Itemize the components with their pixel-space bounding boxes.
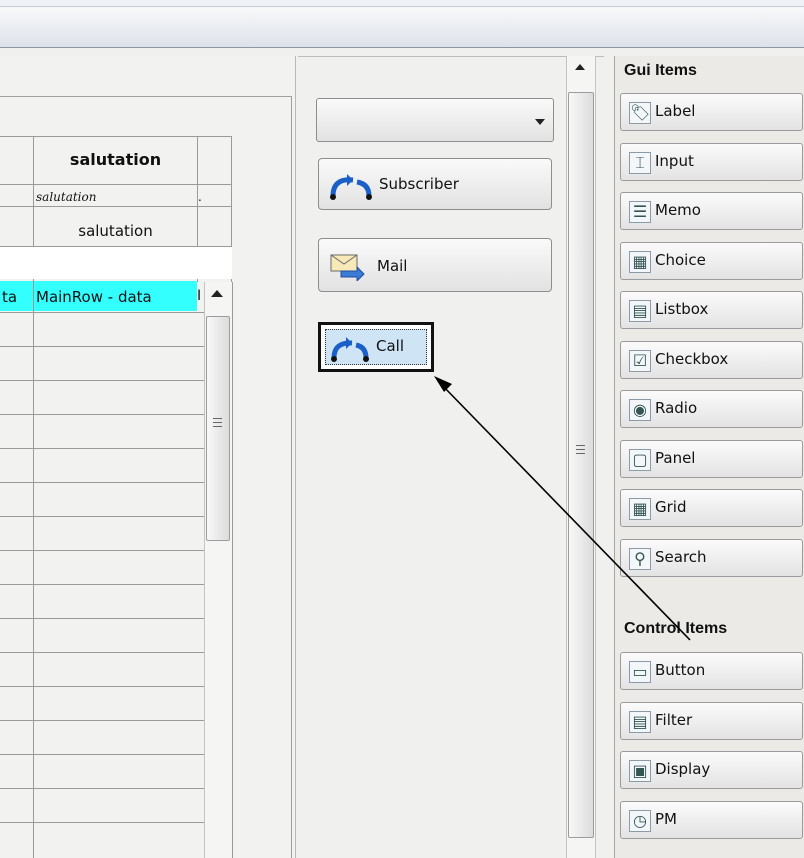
phone-callback-icon [328, 334, 372, 362]
grid-right-border [232, 282, 233, 858]
main-row-left-cell[interactable]: ta [0, 281, 33, 311]
gui-item-label: Search [655, 547, 707, 566]
gui-item-label: Listbox [655, 300, 709, 318]
gui-item-label: Panel [655, 448, 696, 467]
gui-item-label: Checkbox [655, 349, 729, 368]
table-row[interactable] [0, 449, 204, 482]
gui-item-choice[interactable]: ▦ Choice [620, 241, 803, 280]
grid-white-row [0, 247, 232, 279]
form-scroll-grip-icon [576, 445, 585, 454]
call-button-selected[interactable]: Call [318, 322, 434, 372]
grid-row-line [0, 822, 204, 823]
gui-item-label[interactable]: 🏷 Label [620, 93, 803, 131]
mail-icon [327, 251, 365, 283]
table-row[interactable] [0, 687, 204, 720]
panel-icon: ▢ [629, 448, 651, 471]
gui-items-header: Gui Items [624, 62, 697, 79]
phone-callback-icon [327, 170, 375, 200]
table-row[interactable] [0, 619, 204, 652]
table-row[interactable] [0, 313, 204, 346]
control-item-label: Button [655, 661, 706, 679]
table-row[interactable] [0, 585, 204, 618]
table-row[interactable] [0, 721, 204, 754]
header-row-line [0, 184, 232, 185]
control-item-display[interactable]: ▣ Display [620, 751, 803, 789]
gui-item-search[interactable]: ⚲ Search [620, 538, 803, 577]
table-row[interactable] [0, 789, 204, 822]
main-row-left-text: ta [2, 288, 18, 306]
table-row[interactable] [0, 415, 204, 448]
subscriber-button[interactable]: Subscriber [318, 158, 552, 210]
control-item-pm[interactable]: ◷ PM [620, 800, 803, 839]
grid-scroll-grip-icon [213, 418, 222, 427]
control-item-label: Display [655, 760, 711, 778]
memo-icon: ☰ [629, 201, 651, 223]
control-item-label: Filter [655, 710, 693, 729]
gui-item-label: Choice [655, 250, 706, 269]
table-row[interactable] [0, 347, 204, 380]
table-row[interactable] [0, 653, 204, 686]
gui-item-label: Label [655, 102, 696, 120]
display-icon: ▣ [629, 760, 651, 782]
main-row-overflow: I [197, 288, 202, 304]
subscriber-button-label: Subscriber [379, 175, 459, 193]
column-header-salutation[interactable]: salutation [34, 150, 197, 169]
radio-icon: ◉ [629, 399, 651, 421]
gui-item-grid[interactable]: ▦ Grid [620, 489, 803, 527]
grid-scroll-thumb[interactable] [206, 316, 230, 541]
gui-item-label: Radio [655, 399, 698, 417]
listbox-icon: ▤ [629, 300, 651, 322]
label-icon: 🏷 [629, 102, 651, 124]
gui-item-label: Grid [655, 498, 687, 516]
gui-item-listbox[interactable]: ▤ Listbox [620, 291, 803, 329]
checkbox-icon: ☑ [629, 349, 651, 372]
call-button[interactable]: Call [325, 329, 427, 365]
pm-icon: ◷ [629, 809, 651, 832]
call-button-label: Call [376, 337, 405, 355]
form-scroll-thumb[interactable] [568, 92, 594, 838]
field-label: salutation [78, 222, 153, 240]
field-row-line [0, 206, 232, 207]
control-items-header: Control Items [624, 620, 728, 637]
mail-button[interactable]: Mail [318, 238, 552, 292]
gui-item-memo[interactable]: ☰ Memo [620, 192, 803, 230]
table-row[interactable] [0, 483, 204, 516]
middle-top-border [298, 56, 604, 57]
mail-button-label: Mail [377, 257, 408, 275]
window-title-strip [0, 0, 804, 48]
main-row-data-cell[interactable]: MainRow - data [34, 281, 197, 311]
gui-item-label: Input [655, 151, 694, 170]
table-row[interactable] [0, 517, 204, 550]
input-icon: ⌶ [629, 151, 651, 174]
form-scroll-up-arrow[interactable] [575, 64, 585, 70]
control-item-label: PM [655, 809, 677, 828]
gui-item-radio[interactable]: ◉ Radio [620, 390, 803, 428]
dropdown-select[interactable] [316, 98, 554, 142]
gui-item-checkbox[interactable]: ☑ Checkbox [620, 340, 803, 379]
button-icon: ▭ [629, 661, 651, 683]
table-row[interactable] [0, 551, 204, 584]
grid-icon: ▦ [629, 498, 651, 520]
gui-item-panel[interactable]: ▢ Panel [620, 439, 803, 478]
search-icon: ⚲ [629, 547, 651, 570]
table-row[interactable] [0, 755, 204, 788]
chevron-down-icon [535, 119, 545, 125]
grid-scroll-up-arrow[interactable] [211, 290, 223, 297]
gui-item-label: Memo [655, 201, 701, 219]
field-label-overflow-dot: . [198, 190, 202, 204]
control-item-filter[interactable]: ▤ Filter [620, 701, 803, 740]
choice-icon: ▦ [629, 250, 651, 273]
field-label-italic: salutation [36, 190, 97, 204]
filter-icon: ▤ [629, 710, 651, 733]
table-row[interactable] [0, 381, 204, 414]
main-row-data-text: MainRow - data [36, 288, 152, 306]
control-item-button[interactable]: ▭ Button [620, 652, 803, 690]
gui-item-input[interactable]: ⌶ Input [620, 142, 803, 181]
